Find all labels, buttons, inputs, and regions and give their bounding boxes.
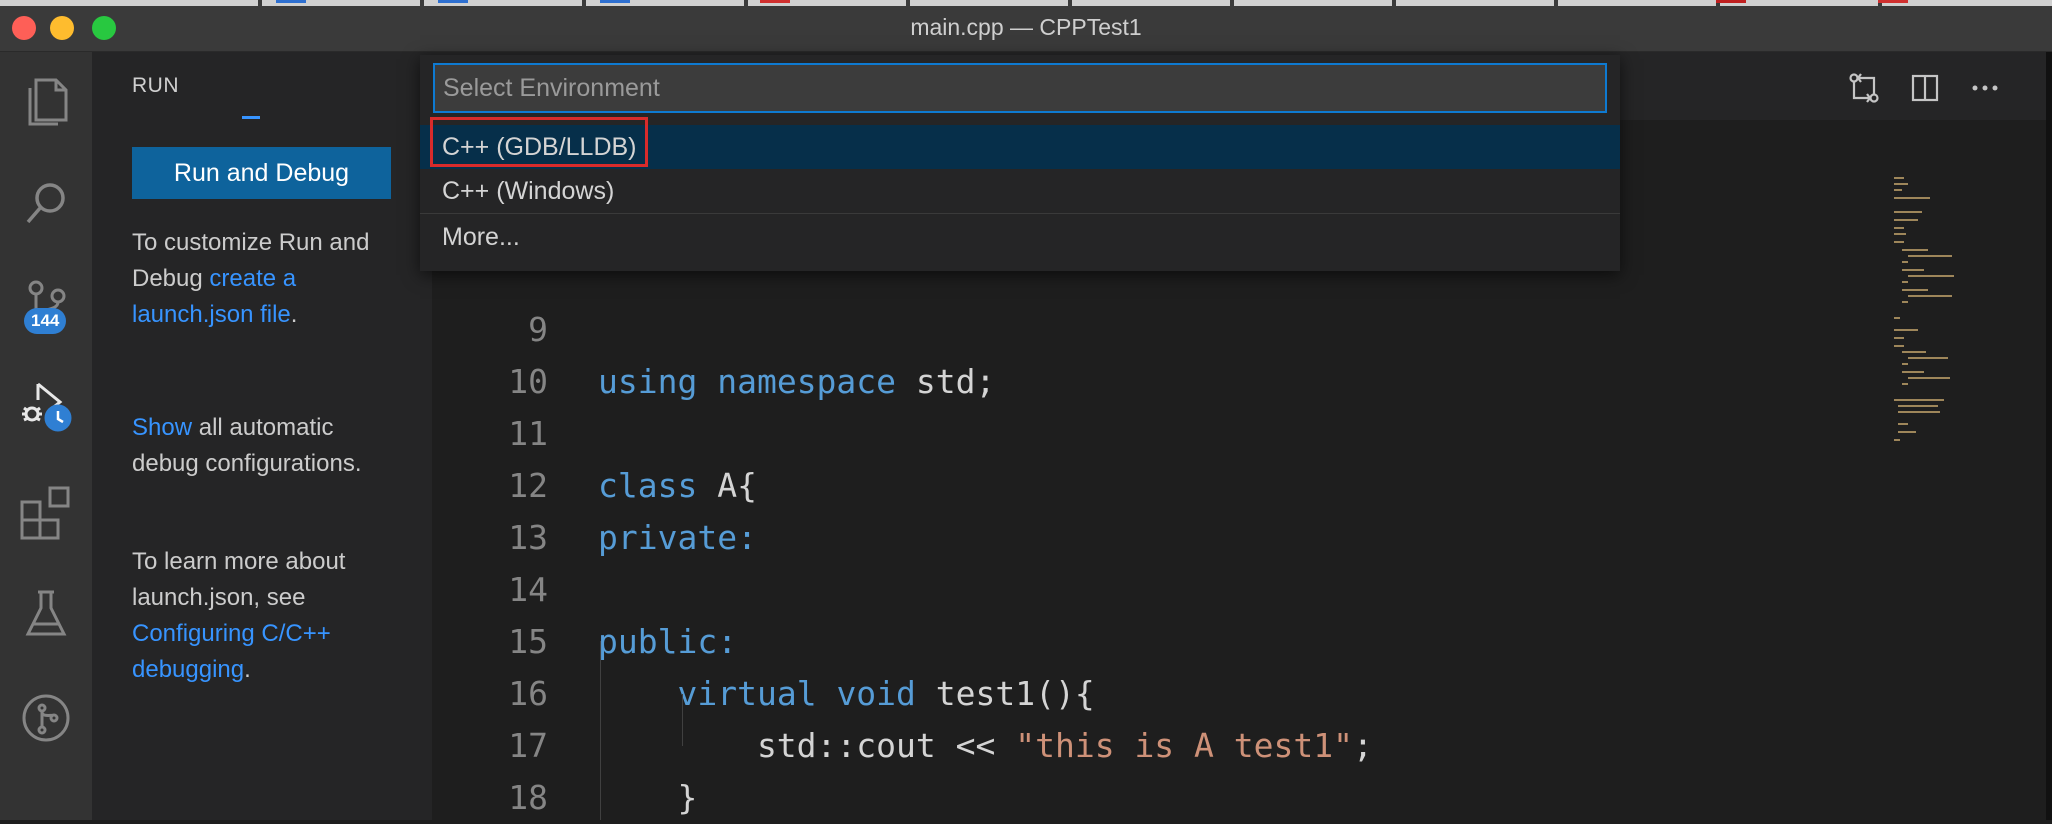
source-control-badge: 144 bbox=[24, 308, 67, 334]
activity-bar: 144 bbox=[0, 52, 92, 820]
run-sidebar: RUN Run and Debug To customize Run and D… bbox=[92, 52, 432, 820]
explorer-icon[interactable] bbox=[14, 68, 78, 132]
code-line[interactable]: 14 bbox=[432, 564, 1832, 616]
code-token: A{ bbox=[697, 466, 757, 505]
search-icon[interactable] bbox=[14, 172, 78, 236]
code-line[interactable]: 18 } bbox=[432, 772, 1832, 824]
line-number: 14 bbox=[508, 570, 548, 609]
code-text: std::cout << "this is A test1"; bbox=[598, 720, 1373, 772]
code-token: namespace bbox=[717, 362, 897, 401]
line-number: 11 bbox=[508, 414, 548, 453]
run-and-debug-button[interactable]: Run and Debug bbox=[132, 147, 391, 199]
line-number: 16 bbox=[508, 674, 548, 713]
run-debug-icon[interactable] bbox=[14, 374, 78, 438]
testing-icon[interactable] bbox=[14, 582, 78, 646]
code-token: std; bbox=[896, 362, 996, 401]
code-line[interactable]: 15 public: bbox=[432, 616, 1832, 668]
code-token: virtual bbox=[677, 674, 817, 713]
learn-more-paragraph: To learn more about launch.json, see Con… bbox=[132, 548, 346, 683]
indent-guide bbox=[600, 641, 601, 820]
indent-guide bbox=[682, 694, 683, 746]
line-number: 13 bbox=[508, 518, 548, 557]
quick-pick-separator bbox=[420, 213, 1620, 214]
code-line[interactable]: 12 class A{ bbox=[432, 460, 1832, 512]
open-changes-icon[interactable] bbox=[1844, 68, 1884, 108]
line-number: 12 bbox=[508, 466, 548, 505]
code-token: ; bbox=[1353, 726, 1373, 765]
line-number: 18 bbox=[508, 778, 548, 817]
show-configurations-paragraph: Show all automatic debug configurations. bbox=[132, 414, 362, 477]
code-line[interactable]: 10 using namespace std; bbox=[432, 356, 1832, 408]
select-environment-input[interactable]: Select Environment bbox=[433, 63, 1607, 113]
quick-pick-item-more[interactable]: More... bbox=[420, 215, 1620, 259]
progress-indicator bbox=[242, 116, 260, 119]
code-text: class A{ bbox=[598, 460, 757, 512]
sidebar-title: RUN bbox=[132, 74, 179, 97]
line-number: 10 bbox=[508, 362, 548, 401]
extensions-icon[interactable] bbox=[14, 478, 78, 542]
code-text: virtual void test1(){ bbox=[598, 668, 1095, 720]
code-token: using bbox=[598, 362, 698, 401]
code-text: using namespace std; bbox=[598, 356, 995, 408]
more-actions-icon[interactable] bbox=[1965, 68, 2005, 108]
line-number: 9 bbox=[528, 310, 548, 349]
code-text: public: bbox=[598, 616, 737, 668]
git-graph-icon[interactable] bbox=[14, 686, 78, 750]
code-token: void bbox=[836, 674, 916, 713]
line-number: 15 bbox=[508, 622, 548, 661]
window-edge bbox=[2046, 52, 2052, 820]
configuring-debugging-link[interactable]: Configuring C/C++ debugging bbox=[132, 620, 331, 683]
code-token: } bbox=[598, 778, 698, 817]
minimap[interactable] bbox=[1882, 162, 2042, 462]
code-token: test1(){ bbox=[915, 674, 1095, 713]
code-line[interactable]: 11 bbox=[432, 408, 1832, 460]
code-token: private: bbox=[598, 518, 757, 557]
annotation-highlight bbox=[430, 117, 648, 167]
code-text: } bbox=[598, 772, 697, 824]
code-line[interactable]: 9 bbox=[432, 304, 1832, 356]
code-line[interactable]: 17 std::cout << "this is A test1"; bbox=[432, 720, 1832, 772]
show-link[interactable]: Show bbox=[132, 414, 192, 441]
code-token: public: bbox=[598, 622, 738, 661]
window-title: main.cpp — CPPTest1 bbox=[910, 14, 1142, 40]
title-bar: main.cpp — CPPTest1 bbox=[0, 0, 2052, 52]
code-token: std::cout << bbox=[598, 726, 1016, 765]
split-editor-icon[interactable] bbox=[1905, 68, 1945, 108]
code-text: private: bbox=[598, 512, 757, 564]
customize-paragraph: To customize Run and Debug create a laun… bbox=[132, 229, 370, 328]
code-token: "this is A test1" bbox=[1015, 726, 1353, 765]
line-number: 17 bbox=[508, 726, 548, 765]
code-token: class bbox=[598, 466, 698, 505]
quick-pick-item-windows[interactable]: C++ (Windows) bbox=[420, 169, 1620, 213]
code-line[interactable]: 13 private: bbox=[432, 512, 1832, 564]
code-line[interactable]: 16 virtual void test1(){ bbox=[432, 668, 1832, 720]
